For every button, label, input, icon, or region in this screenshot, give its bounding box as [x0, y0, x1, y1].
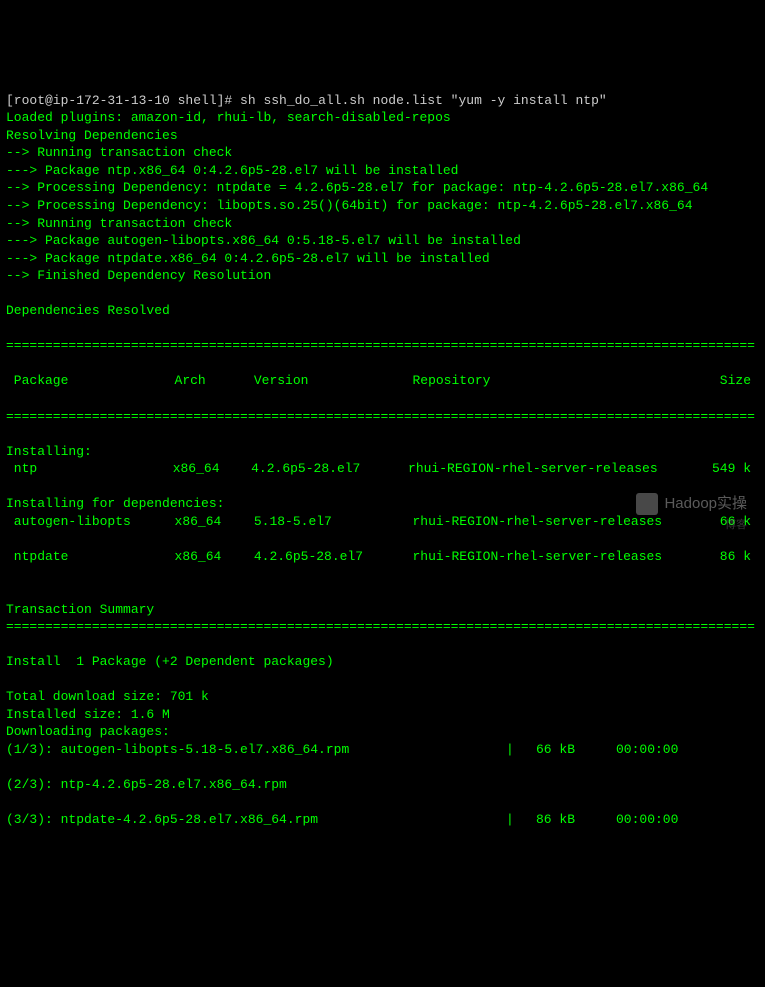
total-download: Total download size: 701 k: [6, 689, 209, 704]
terminal-window[interactable]: [root@ip-172-31-13-10 shell]# sh ssh_do_…: [6, 74, 759, 846]
shell-command: sh ssh_do_all.sh node.list "yum -y insta…: [232, 93, 606, 108]
downloading-label: Downloading packages:: [6, 724, 170, 739]
output-line: Loaded plugins: amazon-id, rhui-lb, sear…: [6, 110, 451, 125]
section-installing-deps: Installing for dependencies:: [6, 496, 224, 511]
output-line: --> Finished Dependency Resolution: [6, 268, 271, 283]
shell-prompt: [root@ip-172-31-13-10 shell]#: [6, 93, 232, 108]
output-line: Resolving Dependencies: [6, 128, 178, 143]
download-row: (1/3): autogen-libopts-5.18-5.el7.x86_64…: [6, 741, 759, 759]
output-line: --> Processing Dependency: ntpdate = 4.2…: [6, 180, 708, 195]
pkg-size: 549 k: [712, 460, 759, 478]
pkg-version: 4.2.6p5-28.el7: [254, 548, 413, 566]
pkg-arch: x86_64: [173, 460, 251, 478]
download-file: (1/3): autogen-libopts-5.18-5.el7.x86_64…: [6, 741, 506, 759]
progress-bar-icon: |: [506, 741, 536, 759]
pkg-name: ntpdate: [6, 548, 175, 566]
progress-bar-icon: [506, 776, 536, 794]
output-line: --> Processing Dependency: libopts.so.25…: [6, 198, 693, 213]
output-line: --> Running transaction check: [6, 145, 232, 160]
download-row: (3/3): ntpdate-4.2.6p5-28.el7.x86_64.rpm…: [6, 811, 759, 829]
wechat-icon: [636, 493, 658, 515]
watermark: Hadoop实操: [636, 493, 747, 515]
download-size: 66 kB: [536, 741, 616, 759]
col-header-package: Package: [6, 372, 175, 390]
install-count: Install 1 Package (+2 Dependent packages…: [6, 654, 334, 669]
progress-bar-icon: |: [506, 811, 536, 829]
pkg-version: 4.2.6p5-28.el7: [251, 460, 408, 478]
table-row: autogen-liboptsx86_645.18-5.el7rhui-REGI…: [6, 513, 759, 531]
section-installing: Installing:: [6, 444, 92, 459]
installed-size: Installed size: 1.6 M: [6, 707, 170, 722]
pkg-repo: rhui-REGION-rhel-server-releases: [412, 548, 719, 566]
pkg-repo: rhui-REGION-rhel-server-releases: [408, 460, 712, 478]
table-row: ntpdatex86_644.2.6p5-28.el7rhui-REGION-r…: [6, 548, 759, 566]
pkg-version: 5.18-5.el7: [254, 513, 413, 531]
output-line: --> Running transaction check: [6, 216, 232, 231]
divider: ========================================…: [6, 408, 759, 426]
download-size: [536, 776, 616, 794]
output-line: ---> Package ntpdate.x86_64 0:4.2.6p5-28…: [6, 251, 490, 266]
download-size: 86 kB: [536, 811, 616, 829]
table-header: PackageArchVersionRepositorySize: [6, 372, 759, 390]
pkg-arch: x86_64: [175, 548, 254, 566]
output-line: ---> Package ntp.x86_64 0:4.2.6p5-28.el7…: [6, 163, 458, 178]
download-file: (3/3): ntpdate-4.2.6p5-28.el7.x86_64.rpm: [6, 811, 506, 829]
col-header-size: Size: [720, 372, 759, 390]
output-line: ---> Package autogen-libopts.x86_64 0:5.…: [6, 233, 521, 248]
download-row: (2/3): ntp-4.2.6p5-28.el7.x86_64.rpm: [6, 776, 759, 794]
divider: ========================================…: [6, 337, 759, 355]
pkg-name: autogen-libopts: [6, 513, 175, 531]
pkg-size: 86 k: [720, 548, 759, 566]
output-line: Dependencies Resolved: [6, 303, 170, 318]
pkg-name: ntp: [6, 460, 173, 478]
table-row: ntpx86_644.2.6p5-28.el7rhui-REGION-rhel-…: [6, 460, 759, 478]
transaction-summary: Transaction Summary: [6, 602, 154, 617]
col-header-version: Version: [254, 372, 413, 390]
download-time: 00:00:00: [616, 811, 759, 829]
download-time: 00:00:00: [616, 741, 759, 759]
download-file: (2/3): ntp-4.2.6p5-28.el7.x86_64.rpm: [6, 776, 506, 794]
divider: ========================================…: [6, 618, 759, 636]
pkg-repo: rhui-REGION-rhel-server-releases: [412, 513, 719, 531]
watermark-text: Hadoop实操: [664, 494, 747, 514]
pkg-arch: x86_64: [175, 513, 254, 531]
sub-watermark: 博客: [725, 518, 747, 533]
col-header-repo: Repository: [412, 372, 719, 390]
download-time: [616, 776, 759, 794]
col-header-arch: Arch: [175, 372, 254, 390]
